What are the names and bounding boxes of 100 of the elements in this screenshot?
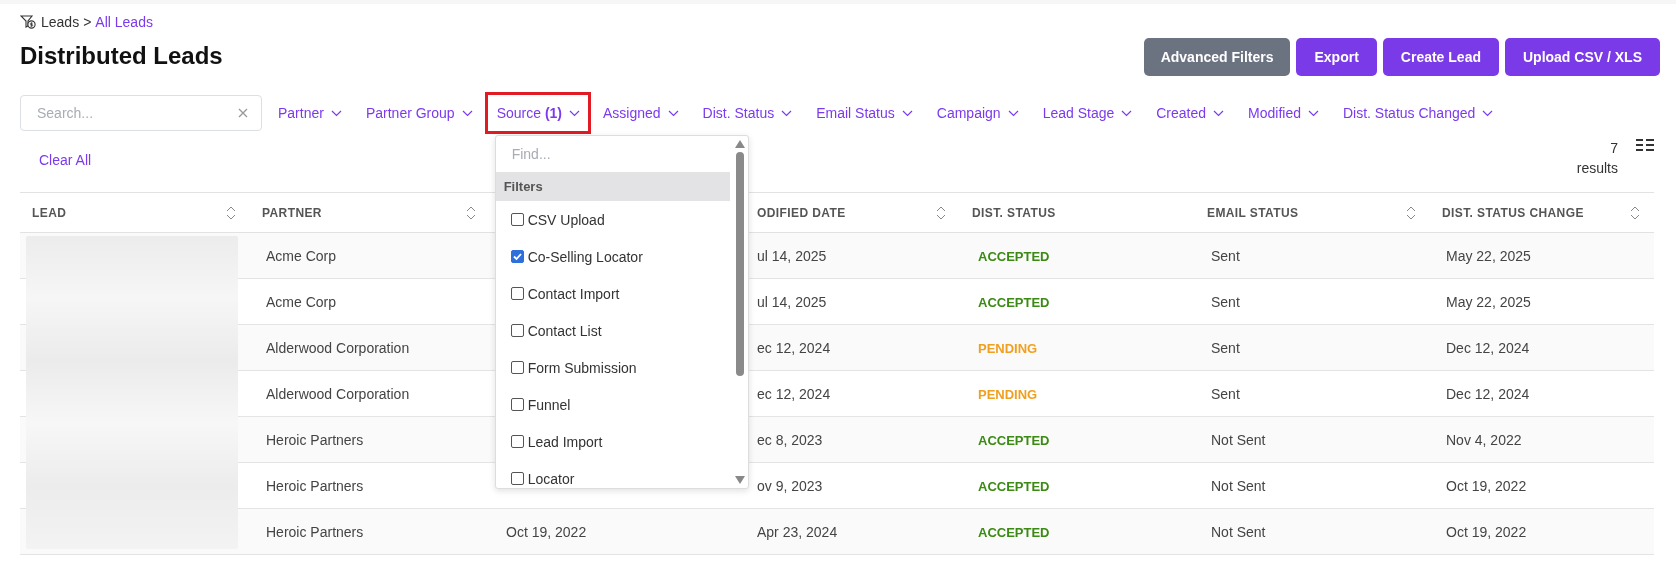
filter-dropdown[interactable]: Dist. Status Changed xyxy=(1331,92,1506,134)
column-header[interactable]: DIST. STATUS xyxy=(972,205,1056,220)
filter-dropdown[interactable]: Modified xyxy=(1236,92,1331,134)
breadcrumb-separator: > xyxy=(83,14,92,30)
checkbox[interactable] xyxy=(510,435,524,448)
table-cell: Alderwood Corporation xyxy=(266,385,410,402)
table-cell: ec 8, 2023 xyxy=(757,431,823,448)
filter-dropdown[interactable]: Partner xyxy=(266,92,354,134)
column-header[interactable]: PARTNER xyxy=(262,205,322,220)
checkbox[interactable] xyxy=(510,213,524,226)
page-title: Distributed Leads xyxy=(20,42,223,70)
scroll-down-icon[interactable] xyxy=(734,476,745,484)
list-view-icon[interactable] xyxy=(1636,138,1654,154)
sort-icon[interactable] xyxy=(1406,205,1416,220)
table-cell: May 22, 2025 xyxy=(1446,247,1531,264)
option-label[interactable]: Form Submission xyxy=(527,359,637,376)
chevron-down-icon xyxy=(1121,109,1133,117)
column-header[interactable]: DIST. STATUS CHANGE xyxy=(1442,205,1584,220)
filter-dropdown[interactable]: Assigned xyxy=(591,92,691,134)
status-label: PENDING xyxy=(978,340,1038,356)
clear-icon[interactable] xyxy=(238,108,248,118)
chevron-down-icon xyxy=(1007,109,1019,117)
filter-dropdown[interactable]: Partner Group xyxy=(353,92,485,134)
chevron-down-icon xyxy=(461,109,473,117)
checkbox[interactable] xyxy=(510,472,524,485)
action-button[interactable]: Create Lead xyxy=(1382,38,1499,76)
column-header[interactable]: LEAD xyxy=(32,205,67,220)
advanced-filters-button[interactable]: Advanced Filters xyxy=(1143,38,1291,76)
option-label[interactable]: Lead Import xyxy=(527,433,603,450)
table-cell: Acme Corp xyxy=(266,293,337,310)
chevron-down-icon xyxy=(330,109,342,117)
table-cell: ul 14, 2025 xyxy=(757,247,827,264)
filter-dropdown[interactable]: Campaign xyxy=(924,92,1031,134)
sort-icon[interactable] xyxy=(466,205,476,220)
status-label: ACCEPTED xyxy=(978,478,1050,494)
table-cell: Oct 19, 2022 xyxy=(506,523,587,540)
table-cell: Oct 19, 2022 xyxy=(1446,477,1527,494)
table-cell: ec 12, 2024 xyxy=(757,385,831,402)
table-cell: Sent xyxy=(1211,385,1240,402)
table-cell: ov 9, 2023 xyxy=(757,477,823,494)
option-label[interactable]: Locator xyxy=(527,470,575,487)
table-cell: Sent xyxy=(1211,247,1240,264)
checkbox[interactable] xyxy=(510,324,524,337)
checkbox[interactable] xyxy=(510,250,524,263)
checkbox[interactable] xyxy=(510,361,524,374)
results-label: results xyxy=(1576,159,1618,178)
table-cell: Alderwood Corporation xyxy=(266,339,410,356)
action-button[interactable]: Upload CSV / XLS xyxy=(1505,38,1660,76)
table-cell: Heroic Partners xyxy=(266,431,364,448)
option-label[interactable]: Co-Selling Locator xyxy=(527,248,643,265)
chevron-down-icon xyxy=(781,109,793,117)
sort-icon[interactable] xyxy=(936,205,946,220)
filter-dropdown[interactable]: Source (1) xyxy=(484,92,591,134)
group-header: Filters xyxy=(495,173,730,201)
sort-icon[interactable] xyxy=(226,205,236,220)
column-header[interactable]: ODIFIED DATE xyxy=(757,205,846,220)
table-cell: Apr 23, 2024 xyxy=(757,523,838,540)
status-label: ACCEPTED xyxy=(978,248,1050,264)
table-cell: Dec 12, 2024 xyxy=(1446,385,1530,402)
column-header[interactable]: EMAIL STATUS xyxy=(1207,205,1299,220)
search-field[interactable]: Search... xyxy=(20,95,262,131)
checkbox[interactable] xyxy=(510,287,524,300)
filter-dropdown[interactable]: Lead Stage xyxy=(1030,92,1145,134)
chevron-down-icon xyxy=(667,109,679,117)
chevron-down-icon xyxy=(1308,109,1319,117)
action-button[interactable]: Export xyxy=(1296,38,1377,76)
status-label: ACCEPTED xyxy=(978,294,1050,310)
filter-dropdown[interactable]: Dist. Status xyxy=(690,92,805,134)
table-cell: ec 12, 2024 xyxy=(757,339,831,356)
status-label: ACCEPTED xyxy=(978,524,1050,540)
table-cell: Oct 19, 2022 xyxy=(1446,523,1527,540)
table-cell: Sent xyxy=(1211,293,1240,310)
option-label[interactable]: Contact Import xyxy=(527,285,620,302)
table-cell: Acme Corp xyxy=(266,247,337,264)
status-label: ACCEPTED xyxy=(978,432,1050,448)
table-cell: Not Sent xyxy=(1211,431,1266,448)
option-label[interactable]: CSV Upload xyxy=(527,211,605,228)
breadcrumb-root[interactable]: Leads xyxy=(41,14,80,30)
table-cell: Dec 12, 2024 xyxy=(1446,339,1530,356)
option-label[interactable]: Funnel xyxy=(527,396,571,413)
results-count: 7 xyxy=(1610,139,1618,158)
chevron-down-icon xyxy=(901,109,913,117)
chevron-down-icon xyxy=(1482,109,1494,117)
status-label: PENDING xyxy=(978,386,1038,402)
scrollbar-thumb[interactable] xyxy=(735,152,744,376)
table-cell: Sent xyxy=(1211,339,1240,356)
option-label[interactable]: Contact List xyxy=(527,322,602,339)
funnel-dollar-icon xyxy=(20,15,36,29)
checkbox[interactable] xyxy=(510,398,524,411)
clear-all-link[interactable]: Clear All xyxy=(20,152,92,168)
table-cell: Heroic Partners xyxy=(266,477,364,494)
chevron-down-icon xyxy=(569,109,580,117)
filter-dropdown[interactable]: Email Status xyxy=(804,92,925,134)
table-cell: Not Sent xyxy=(1211,477,1266,494)
table-cell: Nov 4, 2022 xyxy=(1446,431,1522,448)
table-cell: ul 14, 2025 xyxy=(757,293,827,310)
scroll-up-icon[interactable] xyxy=(734,140,745,148)
filter-dropdown[interactable]: Created xyxy=(1144,92,1237,134)
sort-icon[interactable] xyxy=(1630,205,1640,220)
breadcrumb-current[interactable]: All Leads xyxy=(95,14,153,30)
